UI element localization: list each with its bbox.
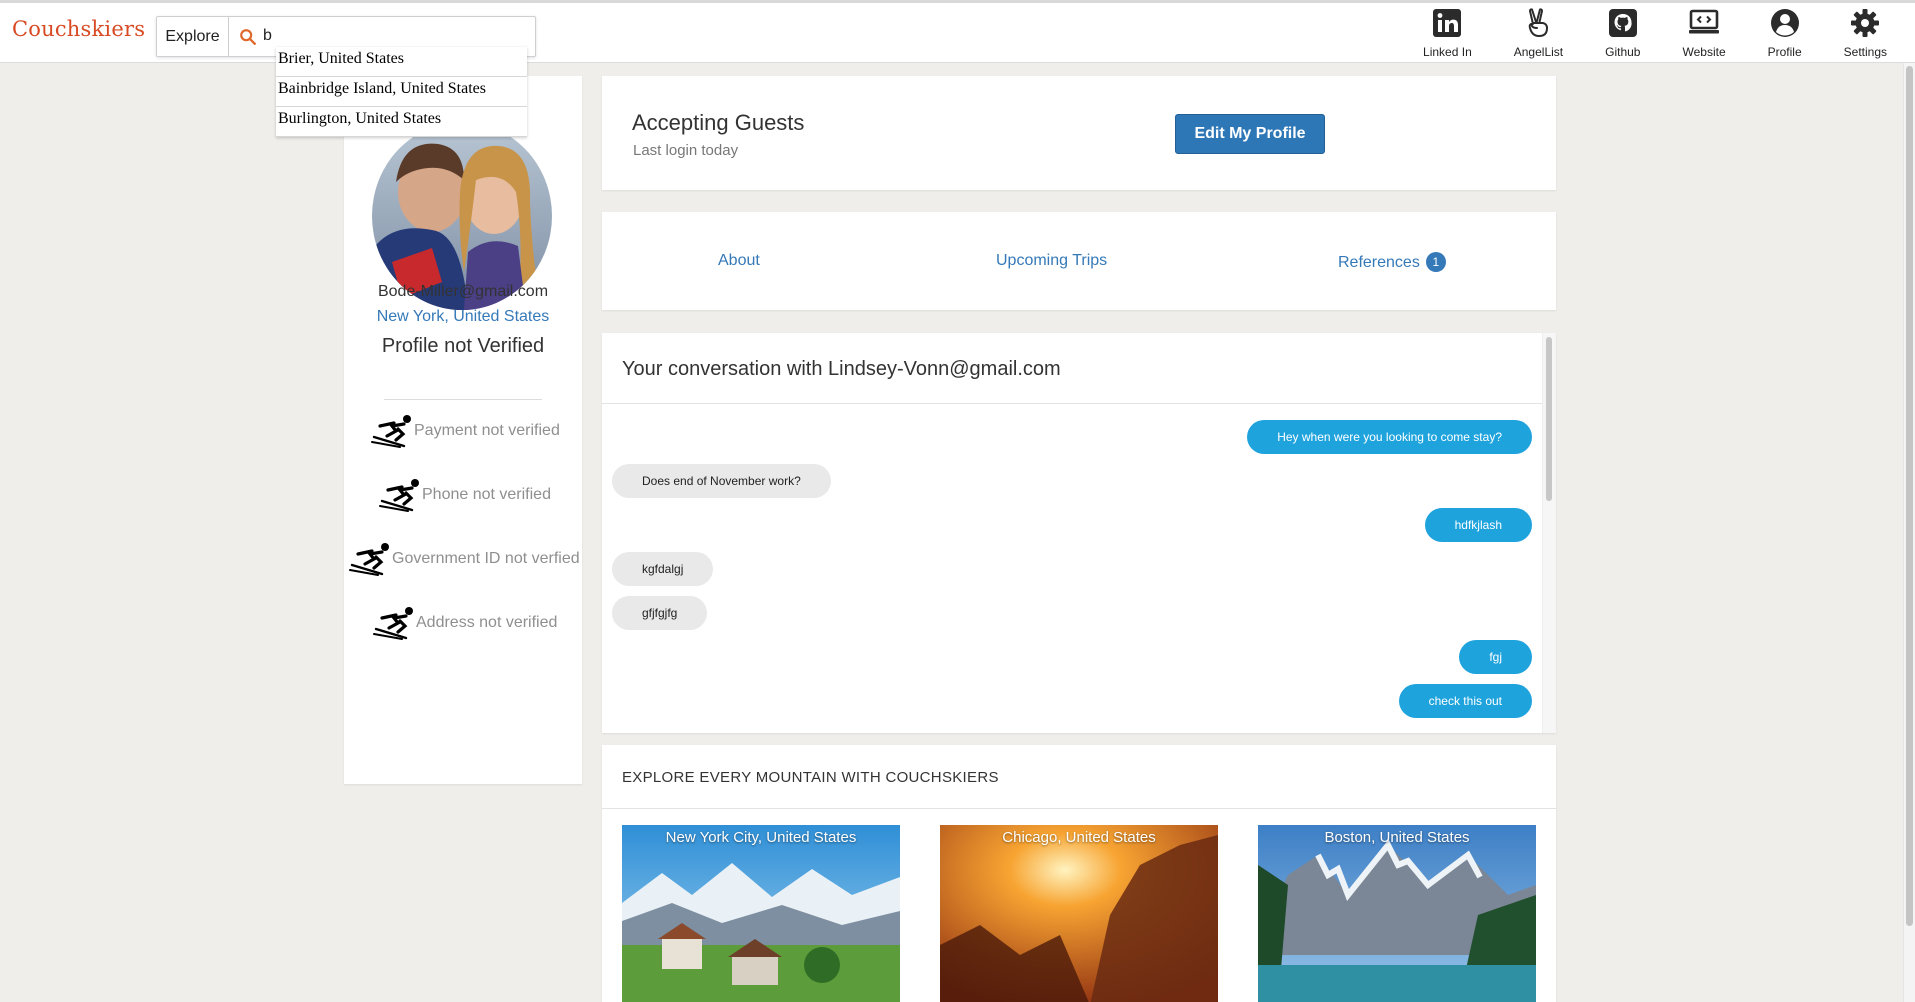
verification-address: Address not verified (372, 606, 557, 640)
hosting-status: Accepting Guests (632, 110, 805, 135)
last-login: Last login today (633, 142, 739, 159)
divider (602, 808, 1556, 809)
message-outgoing: hdfkjlash (1424, 508, 1532, 542)
city-label: Chicago, United States (1002, 829, 1156, 846)
tab-references[interactable]: References 1 (1338, 252, 1446, 272)
verification-status: Profile not Verified (381, 335, 545, 357)
references-count-badge: 1 (1425, 252, 1446, 272)
nav-github[interactable]: Github (1605, 7, 1640, 63)
nav-label: Linked In (1423, 45, 1472, 59)
tab-upcoming-trips[interactable]: Upcoming Trips (996, 252, 1107, 270)
tab-references-label: References (1338, 254, 1420, 271)
skier-icon (349, 543, 389, 576)
message-incoming: Does end of November work? (612, 464, 831, 498)
top-nav: Linked In AngelList Github Website Profi… (1381, 7, 1887, 63)
nav-label: Github (1605, 45, 1641, 59)
profile-card: Bode-Miller@gmail.com New York, United S… (344, 76, 582, 784)
github-icon (1608, 9, 1637, 37)
nav-label: Settings (1843, 45, 1887, 59)
website-icon (1689, 9, 1720, 34)
nav-profile[interactable]: Profile (1768, 7, 1802, 63)
verification-label: Phone not verified (422, 486, 551, 503)
suggestion-item[interactable]: Brier, United States (276, 47, 527, 77)
search-input[interactable] (263, 23, 523, 49)
message-incoming: gfjfgjfg (612, 596, 708, 630)
city-card[interactable]: Boston, United States (1258, 825, 1536, 1002)
explore-panel: EXPLORE EVERY MOUNTAIN WITH COUCHSKIERS … (602, 745, 1556, 1002)
nav-linkedin[interactable]: Linked In (1423, 7, 1472, 63)
divider (384, 399, 542, 400)
verification-label: Address not verified (416, 614, 558, 631)
verification-payment: Payment not verified (370, 414, 560, 448)
verification-government-id: Government ID not verfied (348, 542, 580, 576)
status-panel: Accepting Guests Last login today Edit M… (602, 76, 1556, 190)
city-card[interactable]: Chicago, United States (940, 825, 1218, 1002)
nav-settings[interactable]: Settings (1844, 7, 1887, 63)
profile-email: Bode-Miller@gmail.com (377, 283, 549, 300)
message-outgoing: check this out (1398, 684, 1532, 718)
profile-icon (1770, 9, 1799, 37)
conversation-title: Your conversation with Lindsey-Vonn@gmai… (622, 358, 1061, 380)
nav-label: Website (1682, 45, 1726, 59)
explore-title: EXPLORE EVERY MOUNTAIN WITH COUCHSKIERS (622, 769, 999, 786)
profile-tabs: About Upcoming Trips References 1 (602, 212, 1556, 310)
message-list[interactable]: Hey when were you looking to come stay? … (602, 404, 1542, 732)
linkedin-icon (1433, 9, 1462, 37)
suggestion-item[interactable]: Burlington, United States (276, 107, 527, 137)
city-label: Boston, United States (1324, 829, 1470, 846)
skier-icon (371, 415, 411, 448)
conversation-scrollbar-thumb[interactable] (1546, 337, 1552, 501)
page-scrollbar-thumb[interactable] (1906, 66, 1913, 926)
gear-icon (1851, 9, 1880, 37)
tab-about[interactable]: About (718, 252, 760, 270)
skier-icon (379, 479, 419, 512)
verification-label: Government ID not verfied (392, 550, 580, 567)
suggestion-item[interactable]: Bainbridge Island, United States (276, 77, 527, 107)
verification-label: Payment not verified (414, 422, 560, 439)
profile-location[interactable]: New York, United States (344, 308, 582, 326)
angellist-icon (1529, 8, 1549, 37)
verification-phone: Phone not verified (378, 478, 551, 512)
message-incoming: kgfdalgj (612, 552, 714, 586)
nav-website[interactable]: Website (1682, 7, 1726, 63)
edit-profile-button[interactable]: Edit My Profile (1175, 114, 1325, 154)
search-suggestions: Brier, United States Bainbridge Island, … (276, 47, 527, 137)
conversation-panel: Your conversation with Lindsey-Vonn@gmai… (602, 333, 1556, 733)
nav-angellist[interactable]: AngelList (1514, 7, 1563, 63)
message-outgoing: Hey when were you looking to come stay? (1247, 420, 1532, 454)
app-logo[interactable]: Couchskiers (12, 17, 145, 41)
skier-icon (373, 607, 413, 640)
city-label: New York City, United States (665, 829, 857, 846)
search-icon (240, 29, 256, 45)
message-outgoing: fgj (1459, 640, 1532, 674)
nav-label: AngelList (1513, 45, 1564, 59)
explore-button[interactable]: Explore (157, 17, 229, 56)
city-card[interactable]: New York City, United States (622, 825, 900, 1002)
nav-label: Profile (1767, 45, 1802, 59)
avatar (372, 122, 552, 310)
